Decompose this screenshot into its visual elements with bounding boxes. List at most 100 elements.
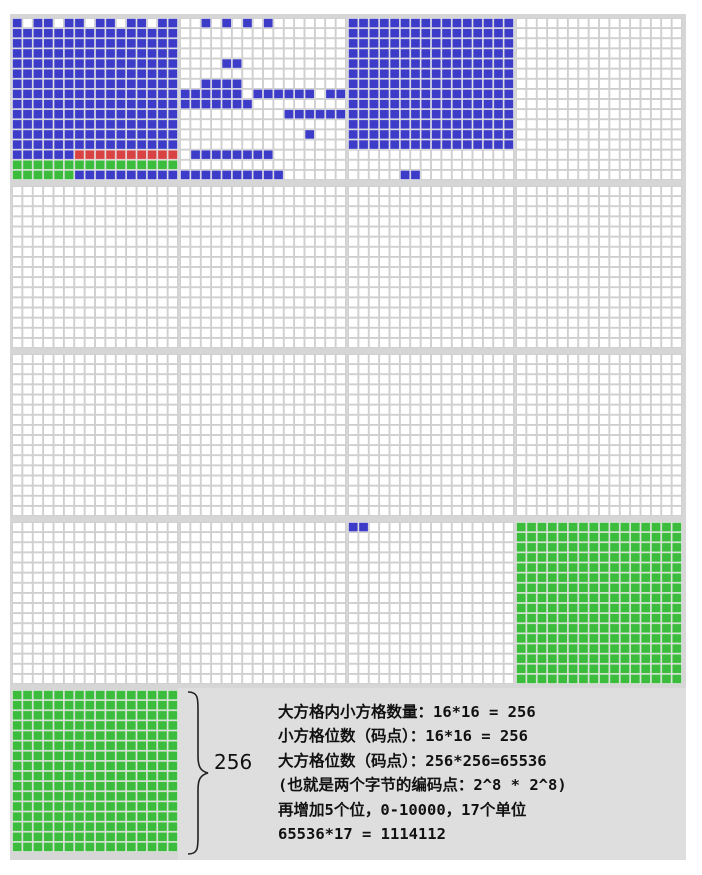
code-cell (43, 79, 54, 89)
code-cell (369, 664, 379, 674)
code-cell (12, 79, 23, 89)
code-cell (547, 338, 558, 348)
code-cell (294, 247, 305, 257)
code-cell (620, 216, 630, 227)
code-cell (369, 196, 379, 206)
code-cell (369, 583, 379, 593)
code-cell (568, 89, 578, 99)
code-cell (620, 664, 630, 674)
code-cell (74, 771, 85, 781)
code-cell (252, 562, 263, 573)
code-cell (369, 674, 379, 684)
code-cell (526, 119, 537, 130)
code-cell (640, 633, 651, 644)
code-cell (95, 690, 106, 700)
code-cell (431, 186, 442, 196)
code-cell (167, 354, 178, 364)
code-cell (252, 216, 263, 227)
code-cell (74, 613, 85, 623)
code-cell (84, 643, 95, 654)
code-cell (651, 68, 661, 79)
code-cell (588, 623, 599, 634)
code-cell (315, 674, 325, 684)
code-cell (568, 119, 578, 130)
code-cell (33, 247, 43, 257)
code-cell (64, 572, 74, 583)
code-cell (64, 68, 74, 79)
code-cell (43, 710, 54, 721)
code-cell (400, 374, 410, 385)
code-cell (420, 364, 431, 374)
code-cell (304, 170, 315, 180)
code-cell (180, 226, 191, 237)
code-cell (84, 623, 95, 634)
code-cell (640, 307, 651, 318)
code-cell (568, 317, 578, 328)
code-cell (620, 562, 630, 573)
code-cell (452, 572, 462, 583)
code-cell (661, 267, 672, 277)
code-cell (190, 394, 201, 405)
code-cell (358, 613, 369, 623)
plane-0 (12, 18, 178, 180)
code-cell (304, 48, 315, 59)
code-cell (557, 364, 568, 374)
code-cell (452, 485, 462, 496)
code-cell (284, 328, 294, 338)
code-cell (242, 542, 253, 553)
code-cell (105, 832, 116, 842)
code-cell (242, 196, 253, 206)
code-cell (315, 354, 325, 364)
code-cell (389, 149, 400, 160)
code-cell (284, 48, 294, 59)
code-cell (651, 79, 661, 89)
code-cell (578, 267, 589, 277)
code-cell (167, 149, 178, 160)
code-cell (578, 38, 589, 49)
code-cell (242, 328, 253, 338)
code-cell (568, 522, 578, 532)
code-cell (431, 374, 442, 385)
code-cell (180, 374, 191, 385)
code-cell (431, 257, 442, 267)
code-cell (441, 613, 452, 623)
code-cell (315, 455, 325, 466)
code-cell (630, 542, 641, 553)
code-cell (335, 18, 346, 28)
code-cell (537, 475, 547, 486)
code-cell (84, 791, 95, 802)
code-cell (95, 404, 106, 415)
code-cell (671, 465, 682, 476)
code-cell (84, 674, 95, 684)
code-cell (389, 38, 400, 49)
code-cell (503, 236, 514, 247)
code-cell (12, 593, 23, 603)
code-cell (116, 307, 126, 318)
code-cell (640, 287, 651, 298)
code-cell (651, 216, 661, 227)
code-cell (441, 384, 452, 395)
code-cell (462, 196, 473, 206)
code-cell (483, 139, 493, 150)
code-cell (493, 149, 504, 160)
code-cell (53, 781, 64, 791)
code-cell (157, 89, 168, 99)
code-cell (53, 542, 64, 553)
code-cell (599, 522, 610, 532)
code-cell (43, 623, 54, 634)
code-cell (304, 206, 315, 217)
code-cell (599, 58, 610, 69)
code-cell (503, 354, 514, 364)
code-cell (335, 374, 346, 385)
code-cell (462, 79, 473, 89)
code-cell (325, 674, 336, 684)
code-cell (33, 170, 43, 180)
code-cell (483, 542, 493, 553)
code-cell (242, 364, 253, 374)
code-cell (53, 583, 64, 593)
code-cell (400, 653, 410, 664)
code-cell (400, 89, 410, 99)
code-cell (116, 710, 126, 721)
code-cell (64, 287, 74, 298)
code-cell (232, 603, 242, 613)
